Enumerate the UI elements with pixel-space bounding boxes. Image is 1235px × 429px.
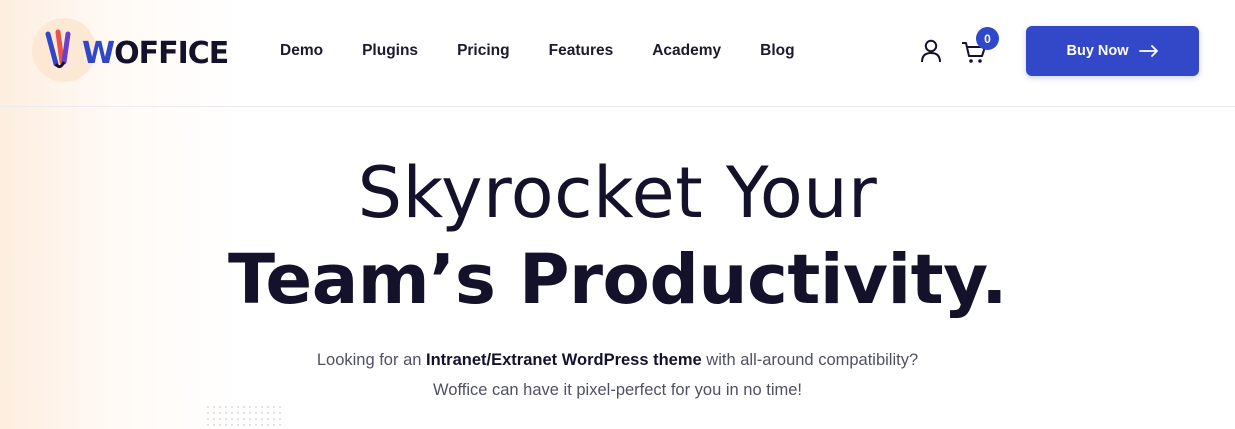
cart-count-badge: 0 bbox=[976, 27, 999, 50]
logo-text: WOFFICE bbox=[82, 36, 229, 71]
nav-blog[interactable]: Blog bbox=[760, 40, 794, 62]
main-nav: Demo Plugins Pricing Features Academy Bl… bbox=[280, 40, 834, 62]
hero-subtitle-line2: Woffice can have it pixel-perfect for yo… bbox=[433, 381, 802, 399]
buy-now-button[interactable]: Buy Now bbox=[1026, 26, 1199, 76]
hero-subtitle-line1: Looking for an Intranet/Extranet WordPre… bbox=[316, 351, 919, 369]
buy-now-label: Buy Now bbox=[1066, 43, 1129, 59]
nav-academy[interactable]: Academy bbox=[652, 40, 721, 62]
hero-title-line2: Team’s Productivity. bbox=[228, 240, 1008, 320]
nav-demo[interactable]: Demo bbox=[280, 40, 323, 62]
user-icon[interactable] bbox=[920, 39, 942, 63]
decorative-dots bbox=[205, 404, 285, 429]
site-header: WOFFICE Demo Plugins Pricing Features Ac… bbox=[0, 0, 1235, 107]
woffice-logo[interactable]: WOFFICE bbox=[32, 14, 229, 86]
nav-pricing[interactable]: Pricing bbox=[457, 40, 510, 62]
hero-title-line1: Skyrocket Your bbox=[357, 152, 878, 234]
highlight-text: Intranet/Extranet WordPress theme bbox=[426, 351, 702, 369]
nav-plugins[interactable]: Plugins bbox=[362, 40, 418, 62]
nav-features[interactable]: Features bbox=[549, 40, 614, 62]
arrow-right-icon bbox=[1138, 45, 1158, 57]
logo-mark-icon bbox=[45, 29, 71, 69]
